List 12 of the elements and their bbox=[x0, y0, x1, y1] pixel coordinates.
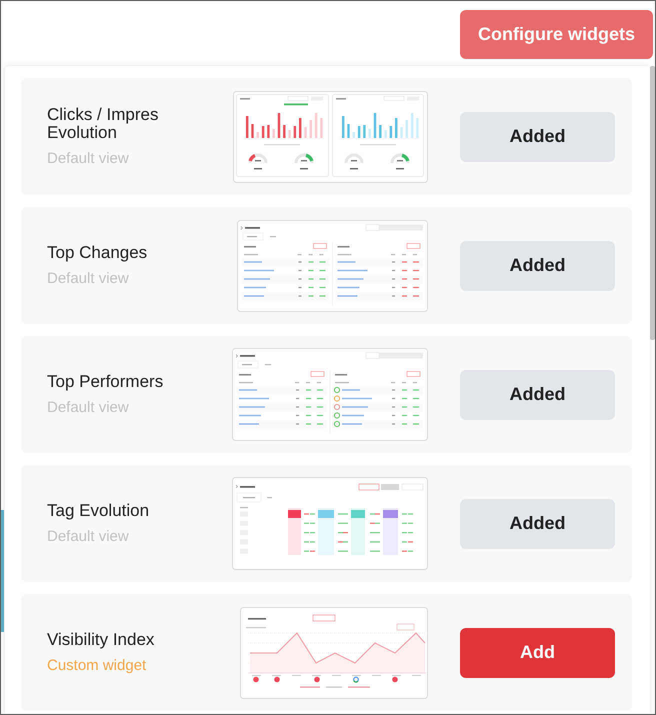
added-button[interactable]: Added bbox=[460, 240, 615, 290]
added-button[interactable]: Added bbox=[460, 370, 615, 420]
widget-subtitle: Custom widget bbox=[47, 656, 146, 674]
widget-title: Top Changes bbox=[47, 244, 148, 262]
scrollbar-thumb[interactable] bbox=[650, 66, 655, 340]
widget-title: Top Performers bbox=[47, 372, 164, 390]
widget-title: Clicks / Impres Evolution bbox=[47, 106, 160, 142]
widget-title: Tag Evolution bbox=[47, 502, 150, 520]
added-button[interactable]: Added bbox=[460, 112, 615, 162]
add-button[interactable]: Add bbox=[460, 628, 615, 678]
added-button[interactable]: Added bbox=[460, 498, 615, 548]
widget-title: Visibility Index bbox=[47, 630, 154, 648]
